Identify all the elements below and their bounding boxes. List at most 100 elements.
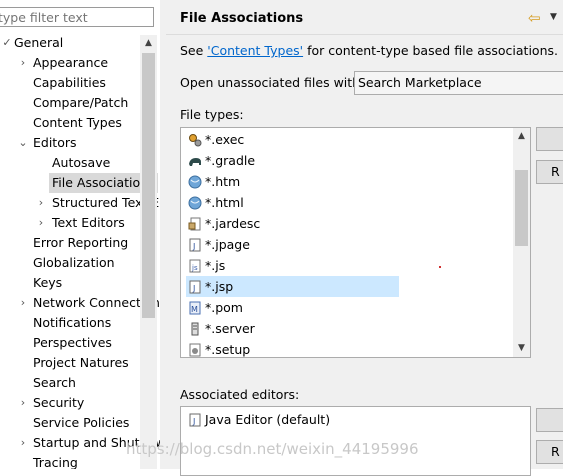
chevron-right-icon[interactable]: › [18,393,28,413]
jar-description-icon [188,216,202,231]
gradle-elephant-icon [188,153,202,167]
add-file-type-button[interactable] [536,127,563,151]
tree-item[interactable]: Notifications [0,313,140,333]
chevron-down-icon[interactable]: ▼ [550,12,557,22]
java-file-icon: J [188,237,202,252]
file-type-item[interactable]: *.html [186,192,399,213]
tree-item[interactable]: Perspectives [0,333,140,353]
stray-mark [439,266,441,268]
file-type-label: *.htm [205,174,241,189]
tree-item-label: Service Policies [33,415,130,430]
file-types-scrollbar[interactable]: ▲ ▼ [513,128,530,357]
associated-editor-item[interactable]: J Java Editor (default) [186,409,486,430]
tree-item[interactable]: Autosave [0,153,140,173]
tree-item-label: Editors [33,135,77,150]
svg-text:js: js [191,264,198,272]
scroll-down-icon[interactable]: ▼ [513,340,530,357]
java-file-icon: J [188,412,202,427]
file-type-label: *.js [205,258,226,273]
file-types-list[interactable]: ▲ ▼ *.exec *.gradle *.htm *.html *.jardesc J *… [180,127,531,358]
file-types-label: File types: [180,107,244,122]
tree-item[interactable]: Search [0,373,140,393]
chevron-down-icon[interactable]: ✓ [2,33,12,53]
content-types-link[interactable]: 'Content Types' [207,43,303,58]
tree-item-label: Perspectives [33,335,112,350]
tree-item[interactable]: Keys [0,273,140,293]
file-type-label: *.pom [205,300,243,315]
scroll-up-icon[interactable]: ▲ [140,35,157,52]
associated-editors-label: Associated editors: [180,387,300,402]
tree-item-label: Content Types [33,115,122,130]
tree-item[interactable]: ✓ General [0,33,140,53]
remove-file-type-button[interactable]: R [536,160,563,184]
file-type-item[interactable]: js *.js [186,255,399,276]
web-globe-icon [188,195,202,210]
tree-item[interactable]: Service Policies [0,413,140,433]
tree-item[interactable]: › Startup and Shutdown [0,433,160,453]
open-unassociated-select[interactable]: Search Marketplace [354,71,563,95]
file-type-item[interactable]: *.setup [186,339,399,357]
tree-item[interactable]: › Security [0,393,140,413]
file-type-item[interactable]: *.server [186,318,399,339]
tree-item[interactable]: Tracing [0,453,140,469]
file-type-item[interactable]: *.gradle [186,150,399,171]
file-type-item[interactable]: *.jardesc [186,213,399,234]
server-file-icon [188,321,202,336]
svg-text:J: J [192,284,195,293]
tree-item-label: Project Natures [33,355,129,370]
tree-scrollbar[interactable]: ▲ [140,35,157,469]
chevron-right-icon[interactable]: › [18,293,28,313]
add-editor-button[interactable] [536,408,563,432]
svg-text:J: J [192,242,195,251]
file-type-item[interactable]: *.exec [186,129,399,150]
chevron-right-icon[interactable]: › [36,213,46,233]
tree-item-label: Tracing [33,455,78,469]
tree-item[interactable]: › Appearance [0,53,140,73]
file-type-item[interactable]: J *.jpage [186,234,399,255]
javascript-file-icon: js [188,258,202,273]
chevron-right-icon[interactable]: › [36,193,46,213]
tree-item[interactable]: ⌄ Editors [0,133,140,153]
tree-item-label: Compare/Patch [33,95,129,110]
file-type-item[interactable]: *.htm [186,171,399,192]
tree-item[interactable]: ›Structured Text Editors [0,193,160,213]
tree-item-label: Security [33,395,85,410]
file-type-label: *.server [205,321,255,336]
tree-item[interactable]: Compare/Patch [0,93,140,113]
file-type-item[interactable]: M *.pom [186,297,399,318]
file-type-item[interactable]: J *.jsp [186,276,399,297]
tree-item[interactable]: Error Reporting [0,233,140,253]
file-type-label: *.jsp [205,279,234,294]
tree-item-label: Globalization [33,255,115,270]
file-types-scroll-thumb[interactable] [515,170,528,246]
tree-item[interactable]: File Associations [0,173,158,193]
web-globe-icon [188,174,202,189]
tree-item-label: Error Reporting [33,235,129,250]
tree-item-label: Notifications [33,315,112,330]
file-type-label: *.jpage [205,237,250,252]
tree-item[interactable]: Content Types [0,113,140,133]
content-types-hint: See 'Content Types' for content-type bas… [180,43,558,58]
chevron-down-icon[interactable]: ⌄ [18,133,28,153]
svg-text:J: J [192,417,195,426]
page-title: File Associations [180,11,304,26]
chevron-right-icon[interactable]: › [18,53,28,73]
tree-item[interactable]: Globalization [0,253,140,273]
filter-input[interactable] [0,7,154,27]
tree-item-label: Autosave [52,155,111,170]
tree-item-label: Appearance [33,55,109,70]
file-type-label: *.html [205,195,244,210]
tree-scroll-thumb[interactable] [142,53,155,318]
tree-item[interactable]: › Text Editors [0,213,140,233]
chevron-right-icon[interactable]: › [18,433,28,453]
tree-item[interactable]: Capabilities [0,73,140,93]
tree-item[interactable]: › Network Connections [0,293,160,313]
file-type-label: *.exec [205,132,245,147]
open-unassociated-label: Open unassociated files with: [180,75,365,90]
remove-editor-button[interactable]: R [536,440,563,464]
tree-item[interactable]: Project Natures [0,353,140,373]
scroll-up-icon[interactable]: ▲ [513,128,530,145]
associated-editor-label: Java Editor (default) [205,412,331,427]
hint-suffix: for content-type based file associations… [303,43,558,58]
back-arrow-icon[interactable]: ⇦ [528,9,541,27]
